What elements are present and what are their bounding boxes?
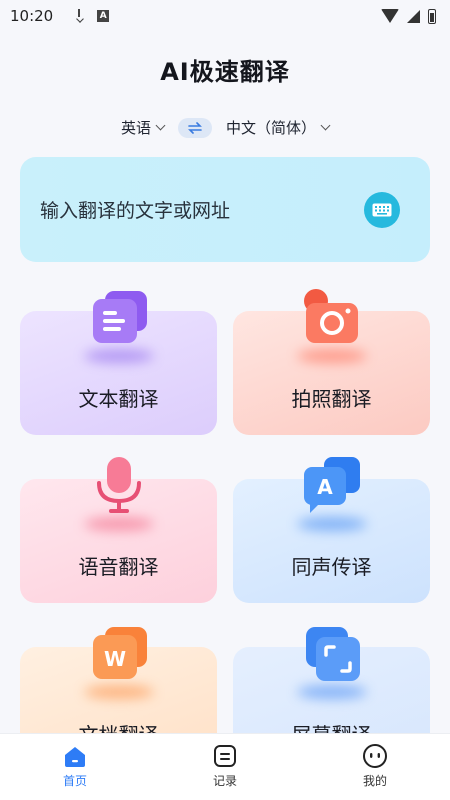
keyboard-button[interactable] — [364, 191, 400, 228]
profile-face-icon — [363, 744, 387, 768]
svg-text:A: A — [317, 475, 333, 499]
language-selector: 英语 中文（简体） — [0, 117, 450, 138]
text-translate-card[interactable]: 文本翻译 — [20, 291, 217, 435]
card-glow — [83, 517, 154, 531]
tab-label: 首页 — [62, 774, 87, 788]
status-time: 10:20 — [10, 7, 54, 25]
source-language-dropdown[interactable]: 英语 — [120, 117, 166, 138]
translate-input-placeholder[interactable]: 输入翻译的文字或网址 — [40, 196, 364, 223]
card-label: 同声传译 — [291, 555, 372, 579]
card-label: 文本翻译 — [78, 387, 159, 411]
battery-icon — [428, 8, 436, 24]
tab-home[interactable]: 首页 — [0, 734, 150, 800]
microphone-icon — [87, 457, 151, 519]
swap-languages-button[interactable] — [178, 117, 212, 138]
word-document-icon: W — [87, 625, 151, 687]
chevron-down-icon — [155, 120, 166, 131]
screen-capture-icon — [300, 625, 364, 687]
translate-input-card[interactable]: 输入翻译的文字或网址 — [20, 157, 430, 262]
target-language-dropdown[interactable]: 中文（简体） — [226, 117, 331, 138]
card-glow — [83, 349, 154, 363]
tab-label: 记录 — [212, 774, 237, 788]
wifi-icon — [381, 9, 399, 23]
target-language-label: 中文（简体） — [226, 119, 317, 137]
camera-icon — [300, 289, 364, 351]
card-glow — [296, 685, 367, 699]
home-icon — [65, 747, 85, 767]
document-text-icon — [87, 289, 151, 351]
tab-profile[interactable]: 我的 — [300, 734, 450, 800]
card-glow — [83, 685, 154, 699]
speech-bubble-a-icon: A — [300, 457, 364, 519]
keyboard-icon — [372, 203, 392, 216]
source-language-label: 英语 — [120, 119, 151, 137]
chevron-down-icon — [320, 120, 331, 131]
simultaneous-interpretation-card[interactable]: A 同声传译 — [233, 457, 430, 603]
status-bar: 10:20 A — [0, 0, 450, 32]
card-glow — [296, 349, 367, 363]
a-notification-icon: A — [97, 10, 110, 22]
bottom-tab-bar: 首页 记录 我的 — [0, 733, 450, 800]
photo-translate-card[interactable]: 拍照翻译 — [233, 289, 430, 435]
voice-translate-card[interactable]: 语音翻译 — [20, 457, 217, 603]
tab-records[interactable]: 记录 — [150, 734, 300, 800]
card-glow — [296, 517, 367, 531]
download-icon — [73, 9, 85, 23]
card-label: 拍照翻译 — [291, 387, 372, 411]
swap-arrows-icon — [188, 121, 202, 134]
signal-icon — [407, 9, 420, 23]
svg-text:W: W — [103, 647, 125, 671]
page-title: AI极速翻译 — [160, 58, 290, 86]
record-icon — [214, 745, 236, 767]
card-label: 语音翻译 — [78, 555, 159, 579]
tab-label: 我的 — [362, 774, 387, 788]
